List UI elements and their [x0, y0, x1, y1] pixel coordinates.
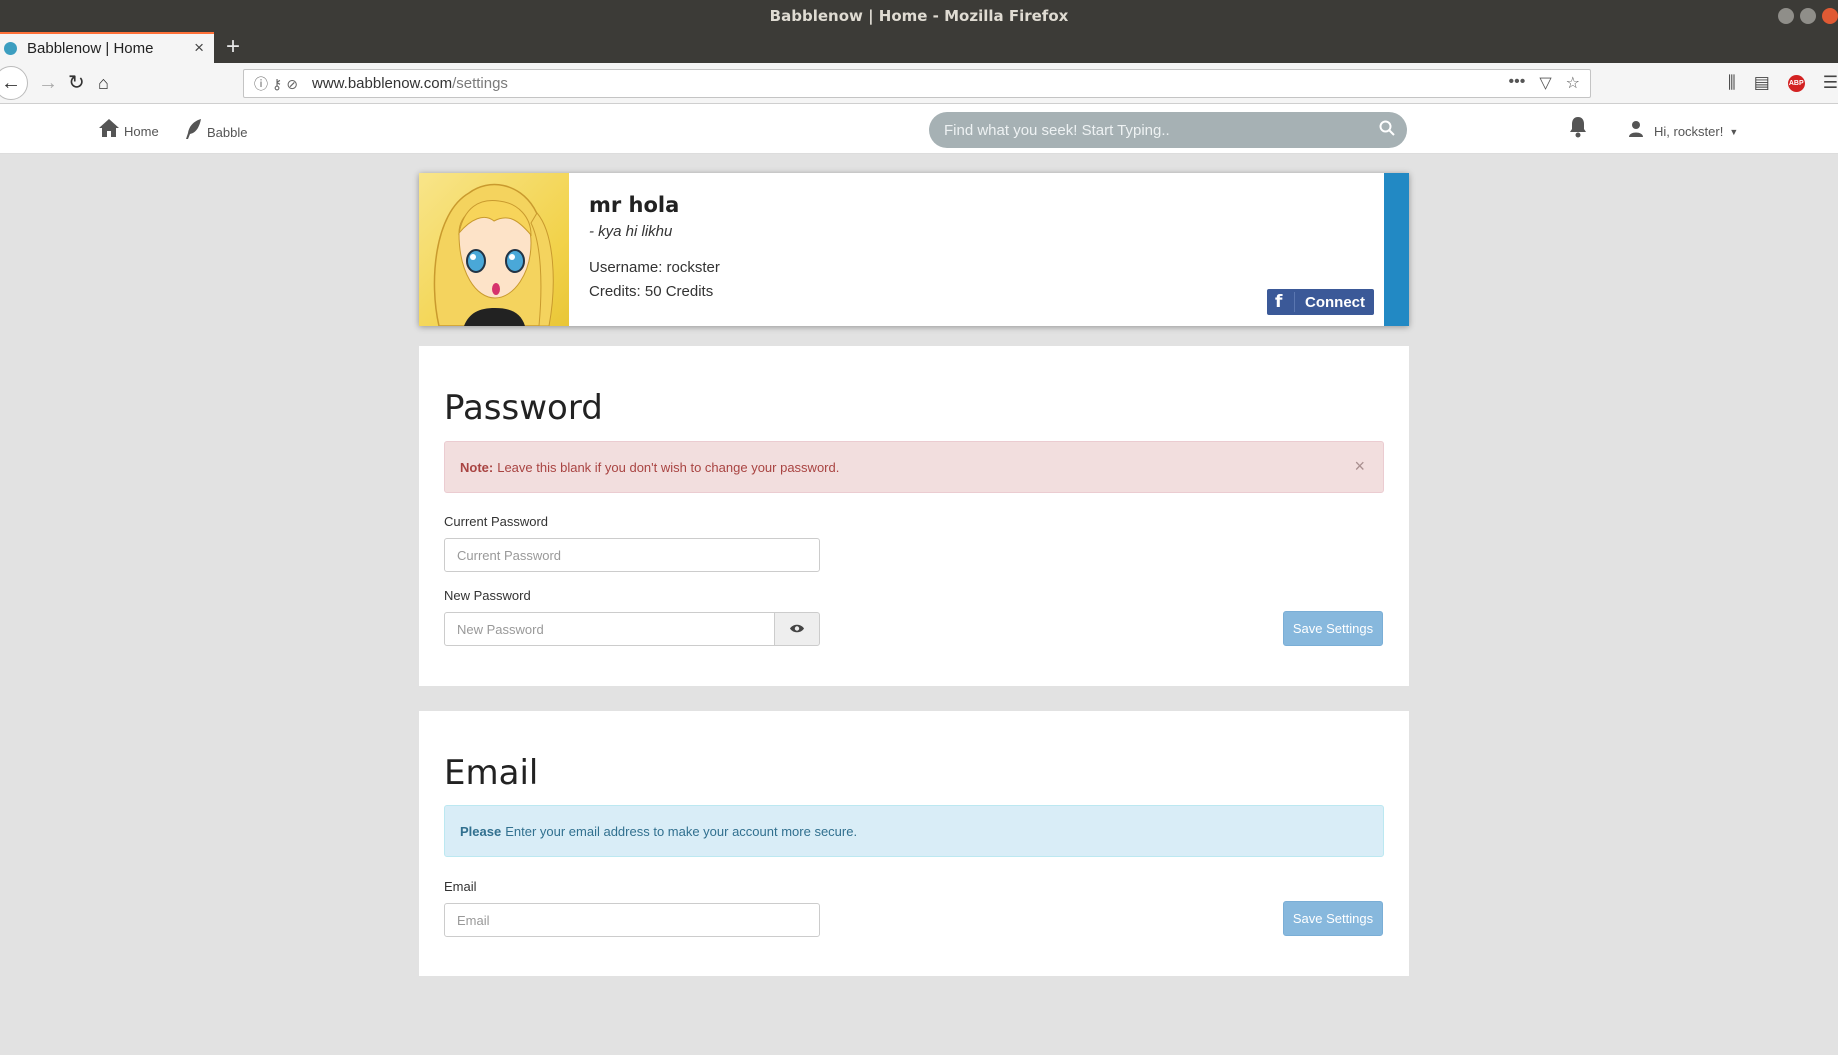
nav-babble-link[interactable]: Babble — [185, 118, 247, 146]
site-header: Home Babble Hi, rockster! ▼ — [0, 104, 1838, 154]
reload-icon[interactable]: ↻ — [68, 69, 85, 97]
menu-icon[interactable]: ☰ — [1823, 73, 1838, 93]
profile-name: mr hola — [589, 193, 680, 217]
email-label: Email — [444, 879, 477, 894]
nav-home-label: Home — [124, 123, 159, 139]
search-icon[interactable] — [1379, 120, 1395, 141]
tab-strip: Babblenow | Home × + — [0, 32, 1838, 63]
email-info-strong: Please — [460, 823, 502, 839]
profile-credits: Credits: 50 Credits — [589, 283, 714, 300]
sidebar-icon[interactable]: ▤ — [1754, 73, 1770, 93]
bookmark-star-icon[interactable]: ☆ — [1566, 73, 1580, 93]
password-panel: Password Note: Leave this blank if you d… — [419, 346, 1409, 686]
chevron-down-icon: ▼ — [1729, 126, 1739, 137]
search-bar — [929, 112, 1407, 148]
profile-tagline: - kya hi likhu — [589, 223, 673, 240]
email-info-alert: Please Enter your email address to make … — [444, 805, 1384, 857]
password-note-strong: Note: — [460, 459, 494, 475]
browser-toolbar: ← → ↻ ⌂ ⓘ⚷⊘ www.babblenow.com/settings •… — [0, 63, 1838, 104]
url-path: /settings — [452, 75, 508, 92]
adblock-icon[interactable]: ABP — [1787, 74, 1805, 92]
notification-bell-icon[interactable] — [1568, 116, 1588, 144]
page-actions-icon[interactable]: ••• — [1509, 73, 1526, 93]
show-password-button[interactable] — [774, 612, 820, 646]
save-email-button[interactable]: Save Settings — [1283, 901, 1383, 936]
forward-icon[interactable]: → — [38, 69, 58, 97]
new-password-label: New Password — [444, 588, 531, 603]
url-bar[interactable]: ⓘ⚷⊘ www.babblenow.com/settings ••• ▽ ☆ — [243, 69, 1591, 98]
window-titlebar: Babblenow | Home - Mozilla Firefox — [0, 0, 1838, 32]
site-info-icon[interactable]: ⓘ⚷⊘ — [254, 74, 302, 94]
browser-tab[interactable]: Babblenow | Home × — [0, 32, 214, 63]
feather-icon — [185, 118, 203, 146]
pocket-icon[interactable]: ▽ — [1539, 73, 1551, 93]
search-input[interactable] — [944, 121, 1364, 139]
email-section-title: Email — [444, 753, 539, 793]
nav-babble-label: Babble — [207, 124, 248, 140]
email-info-text: Enter your email address to make your ac… — [505, 823, 858, 839]
library-icon[interactable]: ⫼ — [1728, 73, 1736, 93]
facebook-connect-label: Connect — [1305, 293, 1365, 311]
facebook-icon: f — [1275, 292, 1295, 312]
alert-close-icon[interactable]: × — [1354, 456, 1365, 477]
save-password-button[interactable]: Save Settings — [1283, 611, 1383, 646]
user-greeting: Hi, rockster! — [1654, 124, 1724, 139]
profile-username: Username: rockster — [589, 259, 720, 276]
home-page-icon[interactable]: ⌂ — [98, 69, 109, 97]
nav-home-link[interactable]: Home — [98, 118, 159, 144]
card-accent-bar — [1384, 173, 1409, 326]
current-password-field[interactable] — [444, 538, 820, 572]
tab-close-icon[interactable]: × — [194, 38, 204, 58]
maximize-icon[interactable] — [1800, 8, 1816, 24]
window-controls — [1778, 8, 1838, 24]
home-icon — [98, 118, 120, 144]
avatar — [419, 173, 569, 326]
tab-title: Babblenow | Home — [27, 40, 154, 57]
window-title: Babblenow | Home - Mozilla Firefox — [769, 7, 1069, 25]
password-note-alert: Note: Leave this blank if you don't wish… — [444, 441, 1384, 493]
minimize-icon[interactable] — [1778, 8, 1794, 24]
close-window-icon[interactable] — [1822, 8, 1838, 24]
password-note-text: Leave this blank if you don't wish to ch… — [497, 459, 840, 475]
new-tab-icon[interactable]: + — [226, 34, 240, 60]
back-icon[interactable]: ← — [0, 66, 28, 100]
eye-icon — [789, 621, 805, 637]
toolbar-right: ⫼ ▤ ABP ☰ — [1728, 73, 1838, 93]
email-field[interactable] — [444, 903, 820, 937]
favicon-icon — [4, 42, 17, 55]
new-password-field[interactable] — [444, 612, 776, 646]
profile-card: mr hola - kya hi likhu Username: rockste… — [419, 173, 1409, 326]
email-panel: Email Please Enter your email address to… — [419, 711, 1409, 976]
facebook-connect-button[interactable]: f Connect — [1267, 289, 1374, 315]
url-actions: ••• ▽ ☆ — [1509, 73, 1580, 93]
profile-info: mr hola - kya hi likhu Username: rockste… — [589, 193, 720, 300]
user-icon — [1628, 120, 1644, 143]
url-host: www.babblenow.com — [311, 75, 453, 92]
user-menu[interactable]: Hi, rockster! ▼ — [1628, 120, 1738, 143]
current-password-label: Current Password — [444, 514, 549, 529]
password-section-title: Password — [444, 388, 603, 428]
